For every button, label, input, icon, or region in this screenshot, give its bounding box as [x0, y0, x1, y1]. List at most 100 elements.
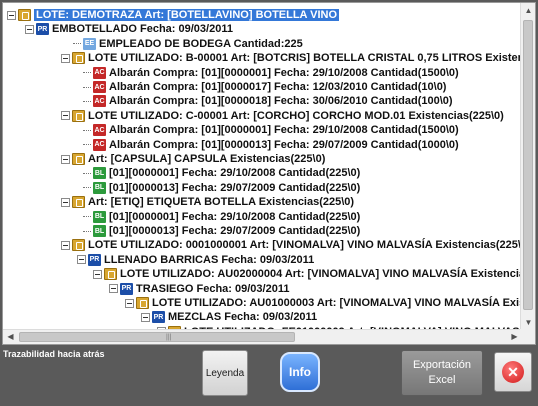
tree-node-label[interactable]: LOTE UTILIZADO: AU01000003 Art: [VINOMAL…: [152, 297, 522, 309]
close-button[interactable]: ✕: [494, 352, 532, 392]
tree-node-label[interactable]: Albarán Compra: [01][0000018] Fecha: 30/…: [109, 95, 453, 107]
batch-line-icon: BL: [93, 181, 106, 194]
tree-node-label[interactable]: LOTE UTILIZADO: B-00001 Art: [BOTCRIS] B…: [88, 52, 522, 64]
tree-node-label[interactable]: Albarán Compra: [01][0000017] Fecha: 12/…: [109, 81, 446, 93]
lot-icon: [72, 52, 85, 65]
tree-connector: [83, 216, 91, 218]
collapse-node-icon[interactable]: [125, 298, 134, 308]
info-button[interactable]: Info: [280, 352, 320, 392]
tree-node-label[interactable]: [01][0000013] Fecha: 29/07/2009 Cantidad…: [109, 225, 360, 237]
lot-icon: [104, 268, 117, 281]
tree-connector: [83, 172, 91, 174]
tree-node[interactable]: PR TRASIEGO Fecha: 09/03/2011: [109, 282, 289, 296]
collapse-node-icon[interactable]: [141, 312, 150, 322]
legend-button-label: Leyenda: [205, 367, 245, 379]
tree-connector: [83, 187, 91, 189]
scroll-down-icon[interactable]: ▼: [521, 315, 536, 330]
tree-node-label[interactable]: TRASIEGO Fecha: 09/03/2011: [136, 283, 289, 295]
lot-icon: [72, 196, 85, 209]
tree-connector: [83, 100, 91, 102]
collapse-node-icon[interactable]: [7, 10, 16, 20]
tree-node[interactable]: BL [01][0000013] Fecha: 29/07/2009 Cantid…: [83, 181, 360, 195]
tree-node[interactable]: AC Albarán Compra: [01][0000018] Fecha: 3…: [83, 94, 453, 108]
collapse-node-icon[interactable]: [93, 269, 102, 279]
process-icon: PR: [120, 282, 133, 295]
tree-connector: [83, 144, 91, 146]
tree-node[interactable]: PR LLENADO BARRICAS Fecha: 09/03/2011: [77, 253, 314, 267]
tree-node-label[interactable]: LOTE: DEMOTRAZA Art: [BOTELLAVINO] BOTEL…: [34, 9, 340, 21]
tree-node-label[interactable]: Art: [CAPSULA] CAPSULA Existencias(225\0…: [88, 153, 325, 165]
tree-connector: [83, 86, 91, 88]
collapse-node-icon[interactable]: [61, 53, 70, 63]
horizontal-scroll-thumb[interactable]: |||: [19, 332, 295, 342]
tree-node[interactable]: PR MEZCLAS Fecha: 09/03/2011: [141, 310, 317, 324]
tree-node-label[interactable]: [01][0000001] Fecha: 29/10/2008 Cantidad…: [109, 211, 360, 223]
tree-node[interactable]: AC Albarán Compra: [01][0000001] Fecha: 2…: [83, 66, 459, 80]
tree-connector: [83, 230, 91, 232]
traceability-tree[interactable]: LOTE: DEMOTRAZA Art: [BOTELLAVINO] BOTEL…: [3, 3, 522, 330]
traceability-tree-panel[interactable]: LOTE: DEMOTRAZA Art: [BOTELLAVINO] BOTEL…: [2, 2, 536, 345]
tree-node[interactable]: Art: [ETIQ] ETIQUETA BOTELLA Existencias…: [61, 195, 354, 209]
info-button-label: Info: [289, 365, 311, 379]
status-label: Trazabilidad hacia atrás: [3, 349, 105, 359]
horizontal-scrollbar[interactable]: ◀ ||| ▶: [3, 329, 522, 344]
tree-node-label[interactable]: LOTE UTILIZADO: C-00001 Art: [CORCHO] CO…: [88, 110, 504, 122]
vertical-scroll-thumb[interactable]: [523, 20, 533, 310]
collapse-node-icon[interactable]: [25, 24, 34, 34]
tree-node[interactable]: LOTE: DEMOTRAZA Art: [BOTELLAVINO] BOTEL…: [7, 8, 340, 22]
tree-node-label[interactable]: MEZCLAS Fecha: 09/03/2011: [168, 311, 317, 323]
tree-node-label[interactable]: LOTE UTILIZADO: AU02000004 Art: [VINOMAL…: [120, 268, 522, 280]
tree-node-label[interactable]: EMPLEADO DE BODEGA Cantidad:225: [99, 38, 303, 50]
tree-node[interactable]: BL [01][0000001] Fecha: 29/10/2008 Cantid…: [83, 166, 360, 180]
scroll-left-icon[interactable]: ◀: [3, 330, 18, 345]
tree-node[interactable]: LOTE UTILIZADO: C-00001 Art: [CORCHO] CO…: [61, 109, 504, 123]
lot-icon: [72, 109, 85, 122]
lot-icon: [18, 9, 31, 21]
tree-node[interactable]: LOTE UTILIZADO: AU02000004 Art: [VINOMAL…: [93, 267, 522, 281]
batch-line-icon: BL: [93, 225, 106, 237]
employee-icon: EE: [83, 37, 96, 50]
collapse-node-icon[interactable]: [77, 255, 86, 265]
scroll-up-icon[interactable]: ▲: [521, 3, 536, 18]
collapse-node-icon[interactable]: [61, 197, 70, 207]
scroll-grip-icon: |||: [166, 334, 172, 341]
tree-node-label[interactable]: Albarán Compra: [01][0000001] Fecha: 29/…: [109, 124, 459, 136]
scroll-corner: [520, 329, 535, 344]
lot-icon: [72, 239, 85, 252]
process-icon: PR: [152, 311, 165, 324]
tree-node[interactable]: EE EMPLEADO DE BODEGA Cantidad:225: [73, 37, 303, 51]
tree-node[interactable]: LOTE UTILIZADO: B-00001 Art: [BOTCRIS] B…: [61, 51, 522, 65]
batch-line-icon: BL: [93, 210, 106, 223]
tree-node[interactable]: AC Albarán Compra: [01][0000017] Fecha: 1…: [83, 80, 446, 94]
purchase-invoice-icon: AC: [93, 124, 106, 137]
legend-button[interactable]: Leyenda: [202, 350, 248, 396]
purchase-invoice-icon: AC: [93, 138, 106, 151]
tree-node-label[interactable]: [01][0000013] Fecha: 29/07/2009 Cantidad…: [109, 182, 360, 194]
tree-node[interactable]: BL [01][0000013] Fecha: 29/07/2009 Cantid…: [83, 224, 360, 238]
tree-node-label[interactable]: [01][0000001] Fecha: 29/10/2008 Cantidad…: [109, 167, 360, 179]
tree-node[interactable]: LOTE UTILIZADO: AU01000003 Art: [VINOMAL…: [125, 296, 522, 310]
tree-node-label[interactable]: LLENADO BARRICAS Fecha: 09/03/2011: [104, 254, 314, 266]
collapse-node-icon[interactable]: [61, 111, 70, 121]
tree-node-label[interactable]: Albarán Compra: [01][0000001] Fecha: 29/…: [109, 67, 459, 79]
vertical-scrollbar[interactable]: ▲ ▼: [520, 3, 535, 330]
tree-node[interactable]: AC Albarán Compra: [01][0000001] Fecha: 2…: [83, 123, 459, 137]
collapse-node-icon[interactable]: [61, 154, 70, 164]
purchase-invoice-icon: AC: [93, 66, 106, 79]
tree-node-label[interactable]: EMBOTELLADO Fecha: 09/03/2011: [52, 23, 233, 35]
purchase-invoice-icon: AC: [93, 81, 106, 93]
close-icon: ✕: [502, 361, 524, 383]
tree-node[interactable]: BL [01][0000001] Fecha: 29/10/2008 Cantid…: [83, 210, 360, 224]
tree-node-label[interactable]: LOTE UTILIZADO: 0001000001 Art: [VINOMAL…: [88, 239, 522, 251]
tree-node[interactable]: Art: [CAPSULA] CAPSULA Existencias(225\0…: [61, 152, 325, 166]
tree-connector: [83, 129, 91, 131]
tree-node[interactable]: PR EMBOTELLADO Fecha: 09/03/2011: [25, 22, 233, 36]
tree-node-label[interactable]: Albarán Compra: [01][0000013] Fecha: 29/…: [109, 139, 459, 151]
export-excel-button[interactable]: Exportación Excel: [401, 350, 483, 396]
tree-node-label[interactable]: Art: [ETIQ] ETIQUETA BOTELLA Existencias…: [88, 196, 354, 208]
tree-node[interactable]: AC Albarán Compra: [01][0000013] Fecha: 2…: [83, 138, 459, 152]
tree-connector: [73, 43, 81, 45]
collapse-node-icon[interactable]: [61, 240, 70, 250]
tree-node[interactable]: LOTE UTILIZADO: 0001000001 Art: [VINOMAL…: [61, 238, 522, 252]
collapse-node-icon[interactable]: [109, 284, 118, 294]
